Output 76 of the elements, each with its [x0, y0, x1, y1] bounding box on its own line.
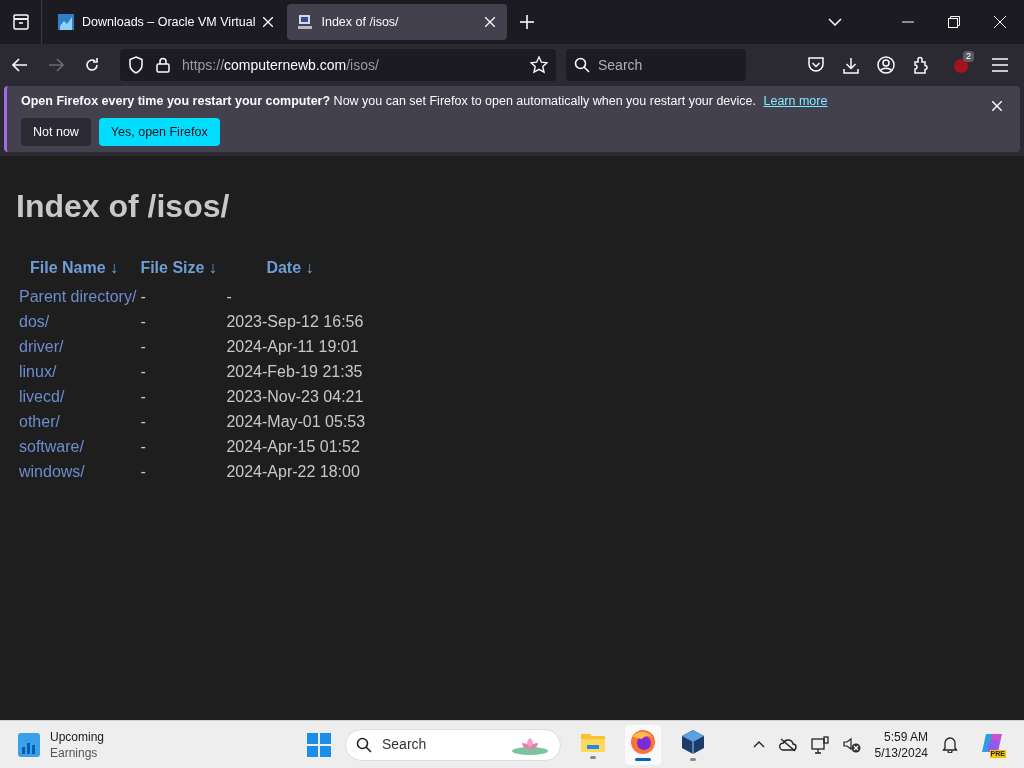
close-icon[interactable]	[263, 17, 274, 27]
computer-icon	[297, 14, 314, 30]
table-cell: -	[140, 337, 146, 355]
firefox-icon	[630, 728, 656, 755]
restore-icon[interactable]	[948, 16, 960, 28]
extensions-icon[interactable]	[913, 56, 930, 74]
table-cell: -	[140, 312, 146, 330]
tab[interactable]: Downloads – Oracle VM Virtual	[50, 4, 284, 40]
notification-message: Open Firefox every time you restart your computer? Now you can set Firefox to open automatically when you restart your device. Learn more	[21, 92, 828, 110]
directory-link[interactable]: dos/	[19, 312, 50, 330]
clock-time[interactable]: 5:59 AM	[883, 728, 928, 745]
directory-link[interactable]: driver/	[19, 337, 64, 355]
star-icon[interactable]	[530, 56, 548, 74]
directory-link[interactable]: Parent directory/	[19, 287, 137, 305]
tab-list-icon[interactable]	[11, 14, 30, 30]
cloud-off-icon[interactable]	[778, 737, 797, 752]
table-cell: 2024-May-01 05:53	[226, 412, 366, 430]
reload-icon[interactable]	[84, 57, 100, 73]
new-tab-icon[interactable]	[520, 15, 535, 29]
sort-column-link[interactable]: File Size ↓	[140, 259, 217, 276]
table-cell: -	[140, 412, 146, 430]
directory-link[interactable]: livecd/	[19, 387, 65, 405]
back-icon[interactable]	[12, 58, 28, 72]
directory-link[interactable]: other/	[19, 412, 60, 430]
forward-icon	[48, 58, 64, 72]
table-cell: -	[140, 437, 146, 455]
taskbar-search-field[interactable]: Search	[345, 728, 561, 761]
chevron-down-icon[interactable]	[828, 18, 842, 26]
close-icon[interactable]	[992, 101, 1002, 111]
speaker-muted-icon[interactable]	[842, 736, 861, 753]
close-icon[interactable]	[994, 16, 1006, 28]
chevron-up-icon[interactable]	[752, 741, 765, 748]
extension-icon[interactable]	[953, 57, 969, 73]
bell-icon[interactable]	[942, 736, 958, 753]
table-cell: 2023-Sep-12 16:56	[226, 312, 364, 330]
not-now-button[interactable]: Not now	[21, 118, 91, 147]
clock-date[interactable]: 5/13/2024	[874, 744, 928, 761]
table-cell: 2024-Apr-22 18:00	[226, 462, 360, 480]
application-icon	[58, 14, 74, 30]
sort-column-link[interactable]: File Name ↓	[30, 259, 119, 276]
stock-chart-icon[interactable]	[18, 732, 40, 757]
url-text: https://computernewb.com/isos/	[182, 55, 380, 75]
directory-link[interactable]: software/	[19, 437, 84, 455]
sort-column-link[interactable]: Date ↓	[266, 259, 314, 276]
widget-title: Upcoming	[50, 728, 105, 745]
directory-link[interactable]: linux/	[19, 362, 57, 380]
search-field[interactable]: Search	[566, 49, 746, 81]
close-icon[interactable]	[485, 17, 496, 27]
table-cell: -	[226, 287, 232, 305]
table-cell: -	[140, 362, 146, 380]
table-cell: -	[140, 462, 146, 480]
cube-icon	[681, 728, 705, 755]
account-icon[interactable]	[877, 56, 895, 74]
pocket-icon[interactable]	[807, 57, 825, 73]
windows-start-icon[interactable]	[307, 732, 331, 757]
lock-icon[interactable]	[156, 57, 170, 73]
table-cell: 2024-Apr-15 01:52	[226, 437, 360, 455]
widget-subtitle: Earnings	[50, 744, 99, 761]
extension-badge: 2	[963, 51, 974, 62]
learn-more-link[interactable]: Learn more	[763, 93, 828, 108]
taskbar-app-button[interactable]	[625, 724, 661, 765]
tab[interactable]: Index of /isos/	[287, 4, 508, 40]
search-icon	[356, 736, 372, 753]
table-cell: 2024-Feb-19 21:35	[226, 362, 363, 380]
directory-link[interactable]: windows/	[19, 462, 85, 480]
download-icon[interactable]	[843, 56, 859, 74]
shield-icon[interactable]	[128, 56, 144, 74]
address-bar[interactable]: https://computernewb.com/isos/	[120, 49, 556, 81]
page-title: Index of /isos/	[16, 187, 231, 226]
menu-icon[interactable]	[992, 58, 1008, 72]
table-cell: 2024-Apr-11 19:01	[226, 337, 359, 355]
open-firefox-button[interactable]: Yes, open Firefox	[98, 118, 220, 147]
table-cell: 2023-Nov-23 04:21	[226, 387, 364, 405]
table-cell: -	[140, 287, 146, 305]
table-cell: -	[140, 387, 146, 405]
search-icon	[574, 57, 590, 73]
